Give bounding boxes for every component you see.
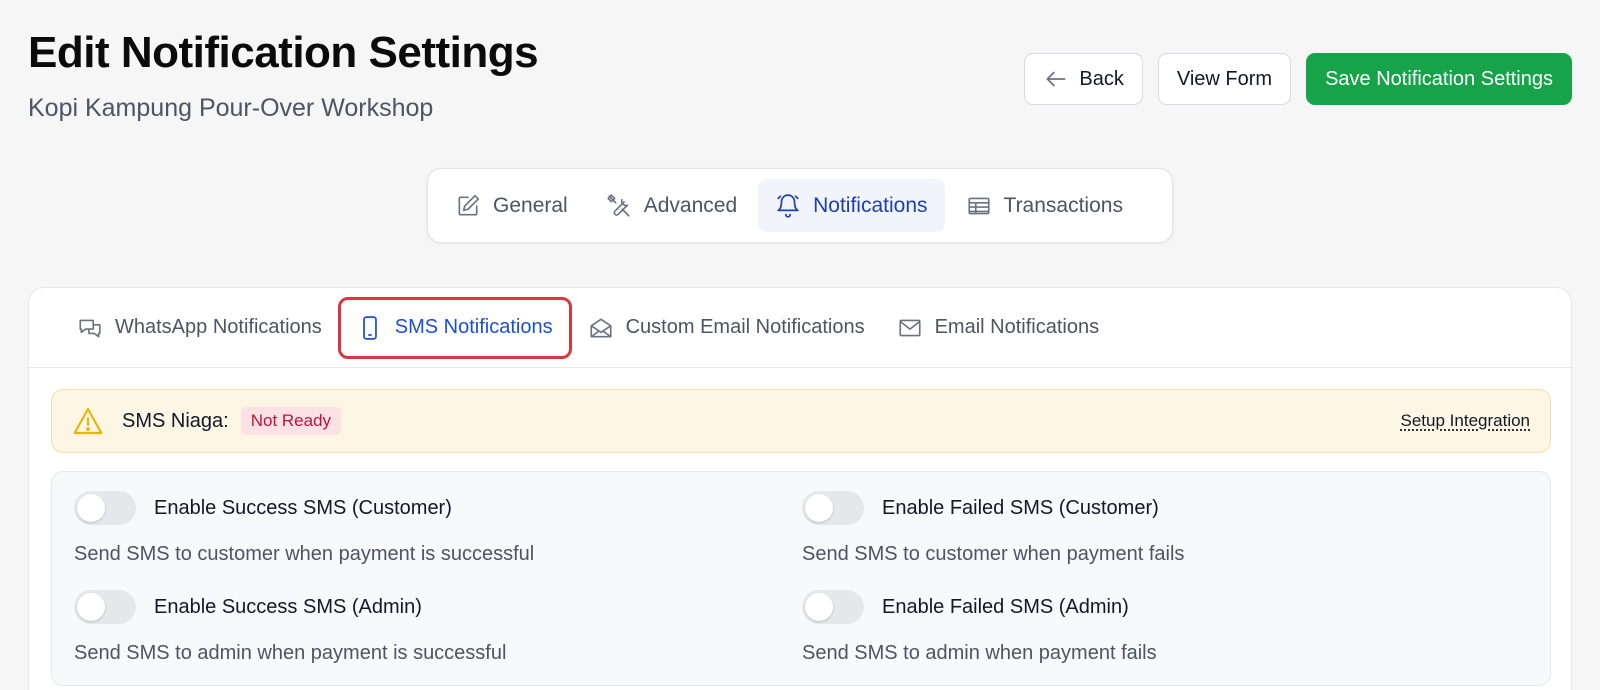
failed-admin-toggle[interactable] <box>802 590 864 624</box>
setting-label: Enable Success SMS (Customer) <box>154 496 452 519</box>
view-form-button-label: View Form <box>1176 67 1273 90</box>
setting-success-customer: Enable Success SMS (Customer) Send SMS t… <box>74 491 534 566</box>
header-actions: Back View Form Save Notification Setting… <box>1024 53 1572 105</box>
toggle-knob <box>77 593 105 621</box>
pencil-square-icon <box>458 194 480 215</box>
failed-customer-toggle[interactable] <box>802 491 864 525</box>
subtab-whatsapp-label: WhatsApp Notifications <box>115 316 322 338</box>
integration-alert: SMS Niaga: Not Ready Setup Integration <box>51 389 1551 453</box>
toggle-knob <box>805 494 833 522</box>
setting-description: Send SMS to admin when payment is succes… <box>74 642 507 664</box>
bell-icon <box>777 193 799 218</box>
subtab-custom-email[interactable]: Custom Email Notifications <box>572 297 881 359</box>
setting-failed-admin: Enable Failed SMS (Admin) Send SMS to ad… <box>802 590 1157 665</box>
subtab-email[interactable]: Email Notifications <box>881 297 1116 359</box>
subtab-sms-label: SMS Notifications <box>394 316 553 338</box>
arrow-left-icon <box>1046 71 1066 87</box>
table-icon <box>967 197 990 214</box>
status-badge: Not Ready <box>240 407 342 435</box>
setting-label: Enable Failed SMS (Customer) <box>882 496 1159 519</box>
tab-general[interactable]: General <box>438 179 585 232</box>
view-form-button[interactable]: View Form <box>1157 53 1292 105</box>
warning-triangle-icon <box>73 407 103 435</box>
subtab-sms[interactable]: SMS Notifications <box>337 296 572 359</box>
page-title: Edit Notification Settings <box>28 28 539 77</box>
setting-success-admin: Enable Success SMS (Admin) Send SMS to a… <box>74 590 506 665</box>
setting-failed-customer: Enable Failed SMS (Customer) Send SMS to… <box>802 491 1184 566</box>
setup-integration-link[interactable]: Setup Integration <box>1401 411 1530 431</box>
tab-transactions[interactable]: Transactions <box>949 179 1140 232</box>
main-tabs: General Advanced Notifications Transacti… <box>427 168 1173 243</box>
success-admin-toggle[interactable] <box>74 590 136 624</box>
integration-name: SMS Niaga: <box>122 409 229 432</box>
subtab-whatsapp[interactable]: WhatsApp Notifications <box>61 297 338 359</box>
envelope-open-icon <box>590 318 612 337</box>
success-customer-toggle[interactable] <box>74 491 136 525</box>
setting-label: Enable Failed SMS (Admin) <box>882 595 1129 618</box>
setting-description: Send SMS to admin when payment fails <box>802 642 1157 664</box>
setting-description: Send SMS to customer when payment is suc… <box>74 543 535 565</box>
tab-notifications-label: Notifications <box>813 193 928 217</box>
save-button-label: Save Notification Settings <box>1325 67 1553 90</box>
back-button[interactable]: Back <box>1024 53 1143 105</box>
notification-channel-tabs: WhatsApp Notifications SMS Notifications… <box>29 288 1571 368</box>
toggle-knob <box>805 593 833 621</box>
back-button-label: Back <box>1079 67 1124 90</box>
tab-general-label: General <box>493 193 568 217</box>
sms-settings-panel: Enable Success SMS (Customer) Send SMS t… <box>51 471 1551 686</box>
tab-transactions-label: Transactions <box>1003 193 1123 217</box>
mobile-phone-icon <box>362 315 377 340</box>
setting-label: Enable Success SMS (Admin) <box>154 595 422 618</box>
chat-bubbles-icon <box>79 319 101 337</box>
page-subtitle: Kopi Kampung Pour-Over Workshop <box>28 94 434 122</box>
tab-notifications[interactable]: Notifications <box>758 179 945 232</box>
save-notification-settings-button[interactable]: Save Notification Settings <box>1306 53 1572 105</box>
tools-icon <box>607 193 630 217</box>
tab-advanced[interactable]: Advanced <box>589 179 754 232</box>
subtab-custom-email-label: Custom Email Notifications <box>625 316 865 338</box>
notifications-card: WhatsApp Notifications SMS Notifications… <box>28 287 1572 690</box>
toggle-knob <box>77 494 105 522</box>
envelope-icon <box>899 319 921 336</box>
tab-advanced-label: Advanced <box>643 193 738 217</box>
setting-description: Send SMS to customer when payment fails <box>802 543 1185 565</box>
subtab-email-label: Email Notifications <box>934 316 1100 338</box>
